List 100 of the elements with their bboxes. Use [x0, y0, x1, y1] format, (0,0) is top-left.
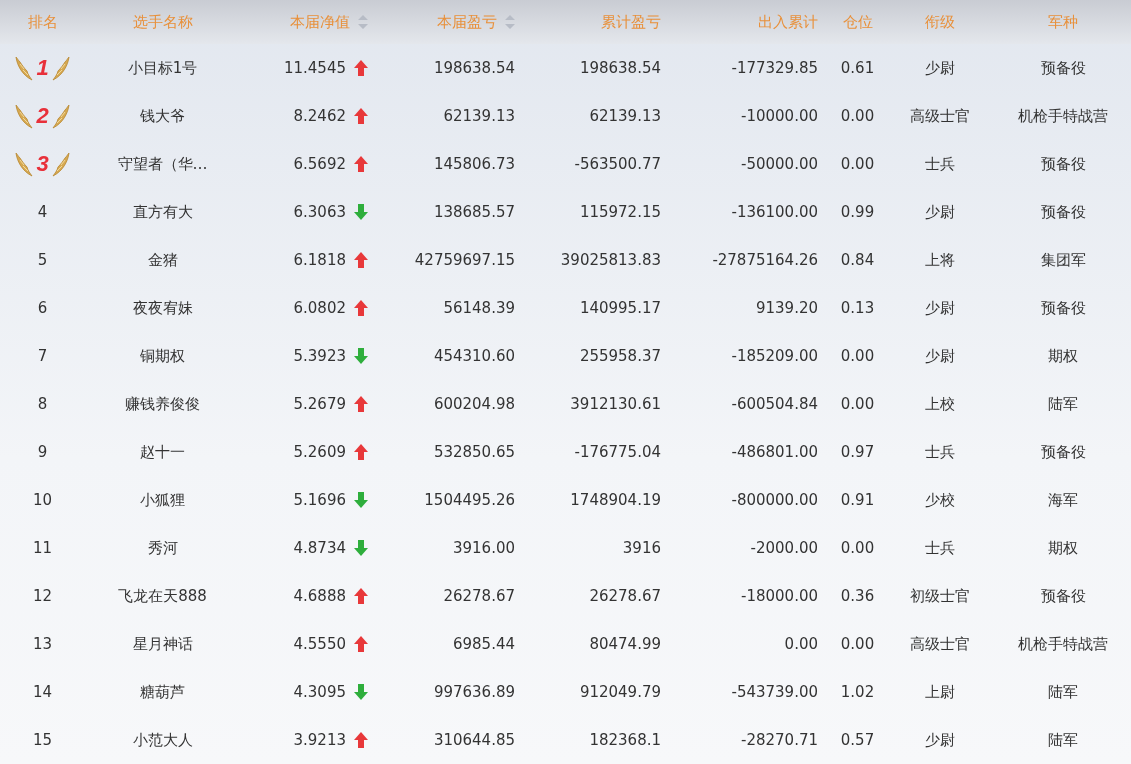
- table-cell: 1.02: [840, 683, 875, 701]
- table-cell: 上将: [925, 250, 955, 270]
- column-header[interactable]: 本届净值: [240, 0, 380, 44]
- table-cell: 上校: [925, 394, 955, 414]
- rank-number: 9: [37, 443, 48, 461]
- table-cell: 士兵: [925, 154, 955, 174]
- rank-number: 3: [36, 151, 49, 177]
- table-cell: 310644.85: [433, 731, 515, 749]
- rank-number: 7: [37, 347, 48, 365]
- table-cell: 56148.39: [443, 299, 515, 317]
- table-cell: -563500.77: [574, 155, 661, 173]
- column-header: 军种: [1047, 11, 1079, 33]
- table-cell: 5.2679: [293, 395, 346, 413]
- column-header: 衔级: [924, 11, 956, 33]
- rank-number: 12: [32, 587, 53, 605]
- rank-number: 8: [37, 395, 48, 413]
- table-cell: -800000.00: [731, 491, 818, 509]
- wing-icon: [14, 103, 35, 129]
- table-cell: 0.84: [840, 251, 875, 269]
- column-header: 仓位: [841, 11, 874, 33]
- table-cell: 4.8734: [293, 539, 346, 557]
- table-cell: 0.00: [840, 395, 875, 413]
- table-cell: -50000.00: [741, 155, 818, 173]
- table-cell: 4.3095: [293, 683, 346, 701]
- player-name: 铜期权: [140, 346, 185, 366]
- table-cell: 198638.54: [579, 59, 661, 77]
- table-cell: -28270.71: [741, 731, 818, 749]
- table-cell: 5.2609: [293, 443, 346, 461]
- rank-number: 2: [36, 103, 49, 129]
- table-cell: 0.00: [840, 347, 875, 365]
- wing-icon: [50, 151, 71, 177]
- table-cell: 532850.65: [433, 443, 515, 461]
- table-cell: 182368.1: [589, 731, 661, 749]
- player-name: 星月神话: [132, 634, 193, 654]
- player-name: 小狐狸: [140, 490, 185, 510]
- wing-icon: [14, 151, 35, 177]
- player-name: 赚钱养俊俊: [125, 394, 200, 414]
- table-cell: 42759697.15: [414, 251, 515, 269]
- column-header: 排名: [26, 11, 59, 33]
- table-cell: 4.6888: [293, 587, 346, 605]
- table-cell: 陆军: [1048, 730, 1078, 750]
- table-cell: 上尉: [925, 682, 955, 702]
- table-cell: 255958.37: [579, 347, 661, 365]
- rank-number: 13: [32, 635, 53, 653]
- rank-number: 4: [37, 203, 48, 221]
- table-cell: 少尉: [925, 202, 955, 222]
- table-cell: 集团军: [1040, 250, 1086, 270]
- sort-icon[interactable]: [505, 15, 515, 29]
- table-cell: 62139.13: [443, 107, 515, 125]
- column-header: 选手名称: [131, 11, 194, 33]
- table-cell: 6.3063: [293, 203, 346, 221]
- player-name: 夜夜宥妹: [132, 298, 193, 318]
- sort-icon[interactable]: [358, 15, 368, 29]
- table-cell: 1504495.26: [424, 491, 515, 509]
- table-cell: 海军: [1048, 490, 1078, 510]
- table-cell: 138685.57: [433, 203, 515, 221]
- table-cell: 少尉: [925, 730, 955, 750]
- table-cell: 4.5550: [293, 635, 346, 653]
- table-cell: 陆军: [1048, 394, 1078, 414]
- table-cell: 454310.60: [433, 347, 515, 365]
- rank-number: 10: [32, 491, 53, 509]
- table-cell: -2000.00: [750, 539, 818, 557]
- player-name: 赵十一: [140, 442, 185, 462]
- table-cell: 39025813.83: [560, 251, 661, 269]
- table-cell: 士兵: [925, 442, 955, 462]
- table-cell: 0.00: [840, 635, 875, 653]
- table-cell: 预备役: [1040, 154, 1086, 174]
- table-cell: 115972.15: [579, 203, 661, 221]
- table-cell: -185209.00: [731, 347, 818, 365]
- table-cell: 5.3923: [293, 347, 346, 365]
- table-cell: 预备役: [1040, 298, 1086, 318]
- table-cell: 高级士官: [910, 634, 970, 654]
- table-cell: 0.13: [840, 299, 875, 317]
- table-cell: 198638.54: [433, 59, 515, 77]
- table-cell: 0.00: [840, 155, 875, 173]
- table-cell: 少尉: [925, 58, 955, 78]
- column-header: 累计盈亏: [600, 11, 662, 33]
- table-cell: 预备役: [1040, 58, 1086, 78]
- player-name: 直方有大: [132, 202, 193, 222]
- wing-icon: [50, 103, 71, 129]
- rank-number: 11: [32, 539, 53, 557]
- table-cell: 140995.17: [579, 299, 661, 317]
- table-cell: -486801.00: [731, 443, 818, 461]
- table-cell: 6.1818: [293, 251, 346, 269]
- table-cell: 0.99: [840, 203, 875, 221]
- table-cell: 6985.44: [452, 635, 515, 653]
- table-cell: 6.0802: [293, 299, 346, 317]
- player-name: 糖葫芦: [140, 682, 185, 702]
- table-cell: 11.4545: [283, 59, 346, 77]
- table-cell: 预备役: [1040, 442, 1086, 462]
- column-header[interactable]: 本届盈亏: [380, 0, 530, 44]
- table-cell: 80474.99: [589, 635, 661, 653]
- table-cell: -600504.84: [731, 395, 818, 413]
- player-name: 秀河: [147, 538, 178, 558]
- table-cell: 997636.89: [433, 683, 515, 701]
- table-cell: -18000.00: [741, 587, 818, 605]
- rank-number: 6: [37, 299, 48, 317]
- rank-number: 5: [37, 251, 48, 269]
- table-cell: 高级士官: [910, 106, 970, 126]
- table-cell: 期权: [1048, 538, 1078, 558]
